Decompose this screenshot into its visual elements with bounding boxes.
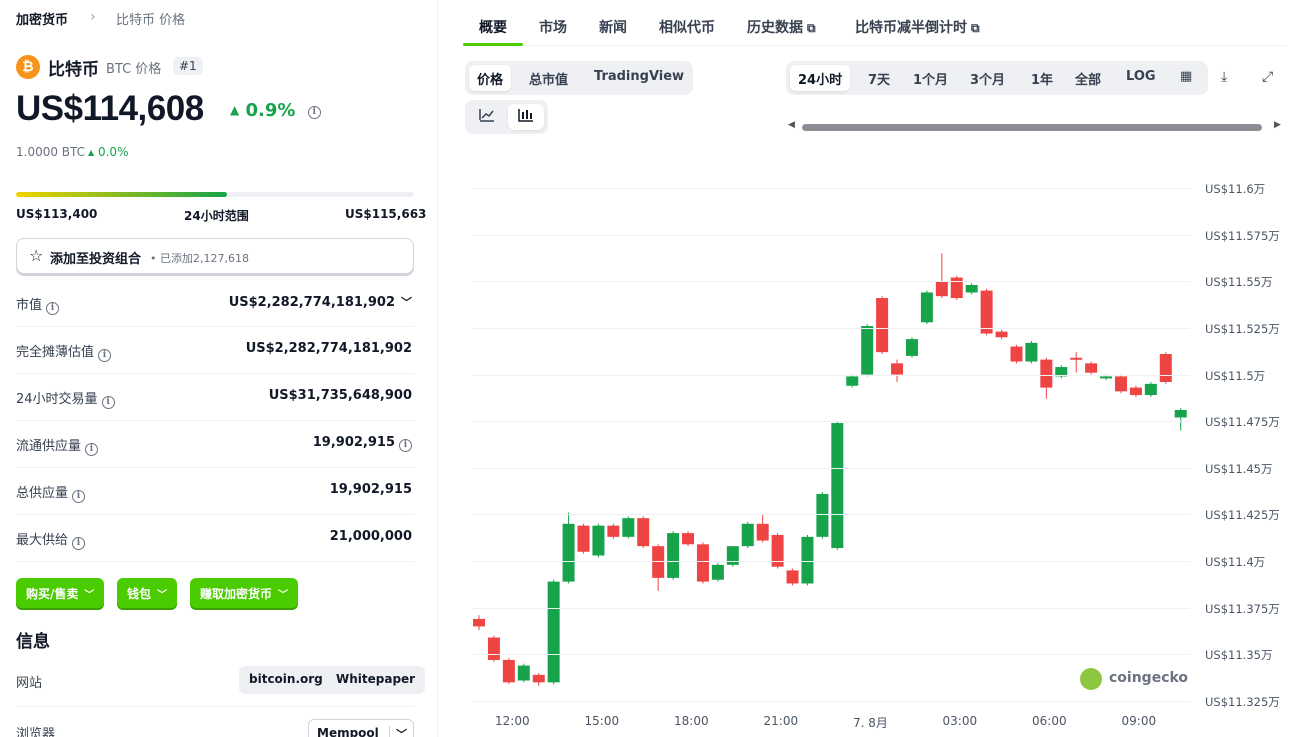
y-axis-tick-label: US$11.575万 (1205, 228, 1280, 243)
candle-body[interactable] (473, 618, 485, 627)
x-axis-tick-label: 18:00 (674, 714, 709, 728)
grid-line (472, 514, 1190, 516)
candle-body[interactable] (846, 376, 859, 386)
candle-body[interactable] (577, 525, 590, 552)
x-axis-tick-label: 12:00 (495, 714, 530, 728)
candle-body[interactable] (1174, 409, 1187, 418)
candle-body[interactable] (711, 564, 724, 580)
candle-body[interactable] (682, 533, 695, 545)
candle-body[interactable] (741, 523, 754, 547)
candle-body[interactable] (502, 659, 515, 683)
candlestick-plot (473, 253, 1187, 687)
candle-body[interactable] (786, 570, 799, 584)
candle-body[interactable] (831, 423, 844, 549)
grid-line (472, 654, 1190, 656)
x-axis-tick-label: 06:00 (1032, 714, 1067, 728)
y-axis-tick-label: US$11.325万 (1205, 695, 1280, 709)
grid-line (472, 188, 1190, 189)
candle-body[interactable] (876, 298, 889, 353)
x-axis-tick-label: 15:00 (584, 714, 620, 728)
candle-body[interactable] (667, 533, 680, 578)
grid-line (472, 374, 1190, 376)
candle-body[interactable] (995, 331, 1008, 338)
grid-line (472, 607, 1190, 609)
candle-body[interactable] (1085, 363, 1098, 373)
candle-body[interactable] (592, 525, 605, 556)
candle-body[interactable] (547, 581, 560, 683)
y-axis-tick-label: US$11.475万 (1205, 415, 1280, 430)
candle-body[interactable] (905, 339, 918, 356)
candle-body[interactable] (532, 674, 545, 683)
candle-body[interactable] (622, 518, 635, 537)
y-axis-tick-label: US$11.45万 (1205, 461, 1273, 476)
grid-line (472, 234, 1190, 236)
candle-body[interactable] (1010, 346, 1023, 362)
grid-line (472, 327, 1190, 329)
candle-body[interactable] (891, 363, 904, 375)
y-axis-tick-label: US$11.375万 (1205, 601, 1280, 616)
candle-body[interactable] (1025, 342, 1038, 362)
candle-body[interactable] (1144, 383, 1157, 396)
candle-body[interactable] (1070, 357, 1083, 360)
candle-body[interactable] (935, 281, 948, 297)
y-axis-tick-label: US$11.35万 (1205, 648, 1273, 663)
grid-line (472, 281, 1190, 283)
grid-line (472, 467, 1190, 469)
candle-body[interactable] (637, 518, 650, 547)
y-axis-tick-label: US$11.5万 (1205, 368, 1266, 383)
x-axis-tick-label: 7. 8月 (853, 716, 888, 730)
grid-line (472, 701, 1190, 702)
candle-body[interactable] (1159, 354, 1172, 383)
candle-body[interactable] (756, 523, 769, 541)
y-axis-tick-label: US$11.4万 (1205, 555, 1266, 570)
candle-body[interactable] (965, 285, 978, 293)
candle-body[interactable] (696, 544, 709, 582)
candle-body[interactable] (861, 326, 874, 375)
coingecko-logo-icon (1080, 668, 1102, 690)
candle-body[interactable] (1114, 376, 1127, 392)
y-axis-tick-label: US$11.55万 (1205, 275, 1273, 290)
candle-body[interactable] (920, 292, 933, 323)
candle-body[interactable] (1129, 387, 1142, 396)
grid-line (472, 561, 1190, 563)
candle-body[interactable] (517, 665, 530, 681)
grid-line (472, 421, 1190, 423)
x-axis-tick-label: 21:00 (763, 714, 799, 728)
watermark-text: coingecko (1109, 670, 1189, 686)
candle-body[interactable] (1100, 376, 1113, 379)
y-axis-tick-label: US$11.6万 (1205, 182, 1266, 196)
y-axis-tick-label: US$11.525万 (1205, 321, 1280, 336)
x-axis-tick-label: 09:00 (1121, 714, 1157, 728)
candle-body[interactable] (562, 523, 575, 582)
y-axis-tick-label: US$11.425万 (1205, 508, 1280, 523)
candle-body[interactable] (487, 637, 500, 660)
x-axis-tick-label: 03:00 (942, 714, 978, 728)
candle-body[interactable] (607, 525, 620, 537)
